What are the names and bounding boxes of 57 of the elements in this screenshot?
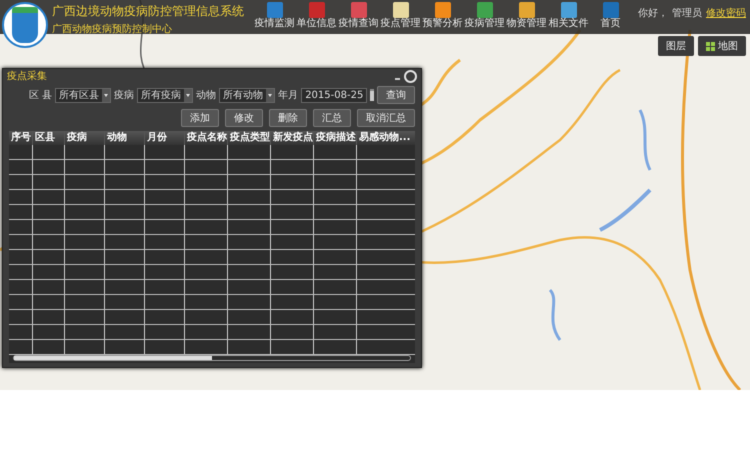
dropdown-field[interactable]: 所有疫病 [137, 88, 194, 102]
column-header[interactable]: 易感动物... [357, 131, 415, 145]
app-icon [560, 2, 576, 18]
app-icon [392, 2, 408, 18]
column-header[interactable]: 疫点类型 [228, 131, 271, 145]
action-button[interactable]: 汇总 [313, 109, 351, 127]
app-icon [350, 2, 366, 18]
toolbar-button[interactable]: 首页 [590, 0, 631, 30]
app-icon [476, 2, 492, 18]
filter-label: 年月 [278, 89, 298, 102]
column-header[interactable]: 新发疫点 [271, 131, 314, 145]
app-icon [602, 2, 618, 18]
app-icon [266, 2, 282, 18]
horizontal-scrollbar[interactable] [13, 355, 411, 361]
toolbar-button[interactable]: 单位信息 [296, 0, 337, 30]
app-icon [518, 2, 534, 18]
caret-icon [184, 88, 192, 102]
toolbar-button[interactable]: 物资管理 [506, 0, 547, 30]
caret-icon [102, 88, 110, 102]
column-header[interactable]: 动物 [105, 131, 145, 145]
map-mode-button[interactable]: 图层 [658, 36, 694, 56]
action-button[interactable]: 删除 [269, 109, 307, 127]
user-name: 管理员 [672, 7, 702, 20]
greeting-text: 你好， [638, 7, 668, 20]
toolbar-button[interactable]: 疫病管理 [464, 0, 505, 30]
column-header[interactable]: 序号 [9, 131, 33, 145]
logo-icon [2, 2, 48, 48]
column-header[interactable]: 月份 [145, 131, 185, 145]
action-button[interactable]: 添加 [181, 109, 219, 127]
close-icon[interactable] [404, 70, 417, 82]
map-mode-button[interactable]: 地图 [698, 36, 746, 56]
filter-label: 疫病 [114, 88, 134, 102]
column-header[interactable]: 区县 [33, 131, 65, 145]
system-subtitle: 广西动物疫病预防控制中心 [52, 22, 173, 36]
change-password-link[interactable]: 修改密码 [706, 6, 746, 20]
column-header[interactable]: 疫病 [65, 131, 105, 145]
action-button[interactable]: 修改 [225, 109, 263, 127]
toolbar-button[interactable]: 相关文件 [548, 0, 589, 30]
app-icon [308, 2, 324, 18]
filter-label: 区 县 [29, 89, 52, 102]
column-header[interactable]: 疫点名称 [185, 131, 228, 145]
toolbar-button[interactable]: 预警分析 [422, 0, 463, 30]
action-button[interactable]: 取消汇总 [357, 109, 415, 127]
toolbar-button[interactable]: 疫点管理 [380, 0, 421, 30]
search-button[interactable]: 查询 [377, 86, 415, 104]
filter-label: 动物 [196, 89, 216, 102]
dropdown-field[interactable]: 所有区县 [55, 88, 112, 102]
app-icon [434, 2, 450, 18]
grid-icon [706, 42, 715, 50]
dialog-title: 疫点采集 [7, 70, 47, 83]
system-title: 广西边境动物疫病防控管理信息系统 [52, 3, 245, 20]
toolbar-button[interactable]: 疫情监测 [254, 0, 295, 30]
caret-icon [266, 88, 274, 102]
date-field[interactable]: 2015-08-25 [301, 88, 368, 102]
toolbar-button[interactable]: 疫情查询 [338, 0, 379, 30]
dropdown-field[interactable]: 所有动物 [219, 88, 276, 102]
column-header[interactable]: 疫病描述 [314, 131, 357, 145]
